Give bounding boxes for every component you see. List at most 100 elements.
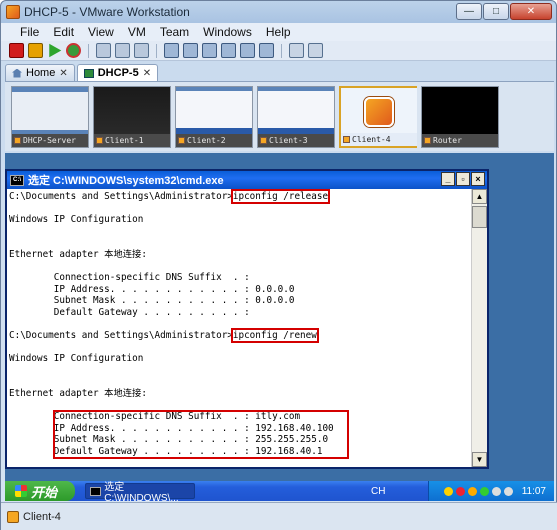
toolbar (1, 41, 556, 61)
console-line: Windows IP Configuration (9, 214, 144, 226)
revert-snapshot-icon[interactable] (115, 43, 130, 58)
start-label: 开始 (31, 484, 58, 500)
renew-result-highlight (53, 410, 349, 460)
maximize-button[interactable]: □ (483, 3, 509, 20)
full-screen-icon[interactable] (221, 43, 236, 58)
snapshot-icon[interactable] (96, 43, 111, 58)
tab-close-icon[interactable]: ✕ (59, 68, 67, 79)
start-button[interactable]: 开始 (5, 481, 75, 501)
thumbnail-caption: Client-3 (258, 134, 334, 147)
cmd-restore-button[interactable]: ▫ (456, 172, 470, 186)
thumbnail-dhcp-server[interactable]: DHCP-Server (11, 86, 89, 148)
thumbnail-label: Client-3 (269, 136, 308, 145)
console-line: IP Address. . . . . . . . . . . . : 0.0.… (9, 283, 295, 295)
taskbar-item-cmd[interactable]: 选定 C:\WINDOWS\... (85, 482, 195, 504)
command-highlight: ipconfig /release (230, 189, 331, 204)
vm-icon (14, 137, 21, 144)
unity-icon[interactable] (240, 43, 255, 58)
cmd-window-controls: _ ▫ × (441, 172, 485, 186)
menu-windows[interactable]: Windows (196, 25, 259, 39)
tab-home-label: Home (26, 67, 56, 79)
reset-icon[interactable] (66, 43, 81, 58)
title-bar: DHCP-5 - VMware Workstation — □ ✕ (1, 1, 556, 23)
suspend-icon[interactable] (28, 43, 43, 58)
vm-icon (260, 137, 267, 144)
vmware-logo-icon (364, 97, 394, 127)
console-line: Ethernet adapter 本地连接: (9, 388, 147, 400)
console-line: Subnet Mask . . . . . . . . . . . : 0.0.… (9, 295, 295, 307)
thumbnail-caption: Client-1 (94, 134, 170, 147)
thumbnail-client-2[interactable]: Client-2 (175, 86, 253, 148)
cmd-scrollbar[interactable]: ▲ ▼ (471, 189, 487, 467)
thumbnail-caption: DHCP-Server (12, 134, 88, 147)
home-icon (12, 68, 22, 78)
volume-icon[interactable] (503, 486, 513, 496)
quick-switch-icon[interactable] (183, 43, 198, 58)
console-line: Ethernet adapter 本地连接: (9, 248, 147, 260)
thumbnail-client-1[interactable]: Client-1 (93, 86, 171, 148)
tab-dhcp-5-label: DHCP-5 (97, 67, 139, 79)
thumbnail-client-4[interactable]: Client-4 (339, 86, 417, 148)
console-line: Connection-specific DNS Suffix . : (9, 272, 250, 284)
menu-bar: File Edit View VM Team Windows Help (1, 23, 556, 41)
thumbnail-screen (341, 88, 417, 136)
menu-file[interactable]: File (13, 25, 46, 39)
tab-dhcp-5[interactable]: DHCP-5 ✕ (76, 64, 159, 81)
scroll-down-icon[interactable]: ▼ (472, 452, 487, 467)
vm-thumbnail-bar: DHCP-Server Client-1 Client-2 Client-3 C… (5, 81, 554, 151)
guest-desktop[interactable]: C:\ 选定 C:\WINDOWS\system32\cmd.exe _ ▫ ×… (5, 153, 554, 504)
console-line: Windows IP Configuration (9, 353, 144, 365)
thumbnail-router[interactable]: Router (421, 86, 499, 148)
taskbar-item-label: 选定 C:\WINDOWS\... (104, 482, 179, 504)
tab-close-icon[interactable]: ✕ (143, 68, 151, 79)
tray-icon[interactable] (455, 486, 465, 496)
tray-icon[interactable] (479, 486, 489, 496)
menu-edit[interactable]: Edit (46, 25, 81, 39)
thumbnail-client-3[interactable]: Client-3 (257, 86, 335, 148)
cmd-window[interactable]: C:\ 选定 C:\WINDOWS\system32\cmd.exe _ ▫ ×… (5, 169, 489, 469)
power-on-icon[interactable] (49, 43, 62, 58)
toolbar-separator (88, 43, 89, 58)
snapshot-manager-icon[interactable] (134, 43, 149, 58)
window-title: DHCP-5 - VMware Workstation (24, 5, 190, 19)
cmd-icon: C:\ (10, 174, 24, 186)
cmd-minimize-button[interactable]: _ (441, 172, 455, 186)
status-label: Client-4 (23, 511, 61, 523)
console-output[interactable]: C:\Documents and Settings\Administrator>… (7, 189, 473, 467)
scroll-up-icon[interactable]: ▲ (472, 189, 487, 204)
tab-bar: Home ✕ DHCP-5 ✕ (5, 64, 159, 81)
tray-icon[interactable] (467, 486, 477, 496)
team-icon[interactable] (289, 43, 304, 58)
vmware-window: DHCP-5 - VMware Workstation — □ ✕ File E… (0, 0, 557, 530)
minimize-button[interactable]: — (456, 3, 482, 20)
thumbnail-label: DHCP-Server (23, 136, 76, 145)
menu-view[interactable]: View (81, 25, 121, 39)
settings-icon[interactable] (308, 43, 323, 58)
tray-icon[interactable] (443, 486, 453, 496)
tab-home[interactable]: Home ✕ (5, 64, 75, 81)
console-view-icon[interactable] (202, 43, 217, 58)
power-off-icon[interactable] (9, 43, 24, 58)
menu-vm[interactable]: VM (121, 25, 153, 39)
thumbnail-screen (422, 87, 498, 135)
thumbnail-label: Router (433, 136, 462, 145)
cmd-title-bar[interactable]: C:\ 选定 C:\WINDOWS\system32\cmd.exe _ ▫ × (7, 171, 487, 189)
cmd-close-button[interactable]: × (471, 172, 485, 186)
command-highlight: ipconfig /renew (230, 328, 319, 344)
thumbnail-caption: Router (422, 134, 498, 147)
clock[interactable]: 11:07 (522, 486, 546, 497)
thumbnail-bar-icon[interactable] (259, 43, 274, 58)
toolbar-separator (156, 43, 157, 58)
menu-team[interactable]: Team (153, 25, 196, 39)
close-button[interactable]: ✕ (510, 3, 552, 20)
menu-help[interactable]: Help (259, 25, 298, 39)
network-icon[interactable] (491, 486, 501, 496)
scroll-thumb[interactable] (472, 206, 487, 228)
sidebar-icon[interactable] (164, 43, 179, 58)
language-indicator[interactable]: CH (371, 486, 385, 497)
windows-flag-icon (15, 485, 27, 497)
cmd-icon (90, 486, 102, 496)
